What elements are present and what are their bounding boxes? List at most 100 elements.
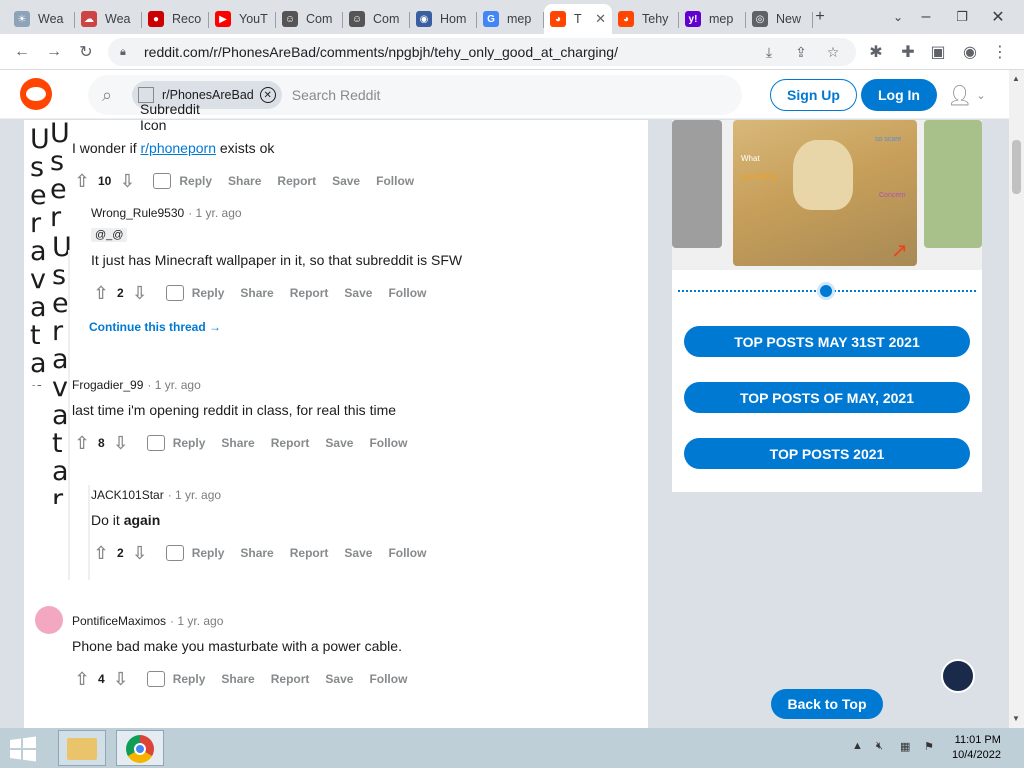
- comment-author[interactable]: Wrong_Rule9530: [91, 206, 184, 220]
- upvote-icon[interactable]: ⇧: [72, 433, 92, 453]
- reply-button[interactable]: Reply: [165, 545, 224, 561]
- save-button[interactable]: Save: [332, 174, 360, 188]
- forward-icon[interactable]: →: [42, 40, 66, 64]
- action-center-icon[interactable]: ⚑: [924, 740, 934, 753]
- top-posts-day-button[interactable]: TOP POSTS MAY 31ST 2021: [684, 326, 970, 357]
- log-in-button[interactable]: Log In: [861, 79, 937, 111]
- back-to-top-button[interactable]: Back to Top: [771, 689, 883, 719]
- continue-thread-link[interactable]: Continue this thread →: [89, 320, 221, 334]
- bookmark-star-icon[interactable]: ☆: [824, 43, 842, 61]
- upvote-icon[interactable]: ⇧: [72, 171, 92, 191]
- save-button[interactable]: Save: [344, 286, 372, 300]
- browser-tab[interactable]: ☺ Com: [343, 4, 410, 34]
- browser-tab[interactable]: ▶ YouT: [209, 4, 276, 34]
- downvote-icon[interactable]: ⇩: [130, 283, 150, 303]
- report-button[interactable]: Report: [290, 546, 329, 560]
- tab-search-icon[interactable]: ⌄: [886, 5, 910, 29]
- browser-tab[interactable]: ● Reco: [142, 4, 209, 34]
- browser-tab[interactable]: ☀ Wea: [8, 4, 75, 34]
- comment-time[interactable]: · 1 yr. ago: [170, 614, 223, 628]
- follow-button[interactable]: Follow: [369, 436, 407, 450]
- follow-button[interactable]: Follow: [388, 546, 426, 560]
- sign-up-button[interactable]: Sign Up: [770, 79, 857, 111]
- network-icon[interactable]: ▦: [900, 740, 910, 753]
- thread-line[interactable]: [88, 485, 90, 580]
- browser-tab[interactable]: y! mep: [679, 4, 746, 34]
- windows-start-icon[interactable]: [8, 736, 38, 762]
- carousel-image-prev[interactable]: [672, 120, 722, 248]
- browser-tab[interactable]: ☁ Wea: [75, 4, 142, 34]
- browser-tab[interactable]: ◕ Tehy: [612, 4, 679, 34]
- doge-meme-image[interactable]: What you doing so scare Concern ↗: [733, 120, 917, 266]
- reply-button[interactable]: Reply: [153, 173, 212, 189]
- reply-button[interactable]: Reply: [165, 285, 224, 301]
- page-scrollbar[interactable]: ▲ ▼: [1009, 70, 1024, 728]
- window-close-icon[interactable]: ✕: [986, 5, 1010, 29]
- share-button[interactable]: Share: [221, 672, 254, 686]
- carousel-image-next[interactable]: [924, 120, 982, 248]
- comment-time[interactable]: · 1 yr. ago: [188, 206, 241, 220]
- comment-author[interactable]: PontificeMaximos: [72, 614, 166, 628]
- side-panel-icon[interactable]: ▣: [926, 40, 950, 64]
- report-button[interactable]: Report: [271, 672, 310, 686]
- share-button[interactable]: Share: [221, 436, 254, 450]
- scroll-up-icon[interactable]: ▲: [1012, 74, 1021, 83]
- save-button[interactable]: Save: [325, 672, 353, 686]
- share-icon[interactable]: ⇪: [792, 43, 810, 61]
- share-button[interactable]: Share: [240, 546, 273, 560]
- user-menu-dropdown[interactable]: 👤︎ ⌄: [947, 83, 989, 107]
- chat-avatar-button[interactable]: [941, 659, 975, 693]
- restore-icon[interactable]: ❐: [950, 5, 974, 29]
- save-button[interactable]: Save: [344, 546, 372, 560]
- reply-button[interactable]: Reply: [146, 435, 205, 451]
- reddit-logo-icon[interactable]: [20, 78, 52, 110]
- profile-icon[interactable]: ◉: [958, 40, 982, 64]
- downvote-icon[interactable]: ⇩: [130, 543, 150, 563]
- save-button[interactable]: Save: [325, 436, 353, 450]
- install-icon[interactable]: ⤓: [760, 43, 778, 61]
- file-explorer-icon[interactable]: [58, 730, 106, 766]
- scroll-down-icon[interactable]: ▼: [1012, 714, 1021, 723]
- report-button[interactable]: Report: [290, 286, 329, 300]
- menu-kebab-icon[interactable]: ⋮: [988, 40, 1012, 64]
- share-button[interactable]: Share: [240, 286, 273, 300]
- browser-tab[interactable]: Gmep: [477, 4, 544, 34]
- browser-tab[interactable]: ☺ Com: [276, 4, 343, 34]
- share-button[interactable]: Share: [228, 174, 261, 188]
- avatar[interactable]: [35, 606, 63, 634]
- tab-close-icon[interactable]: ✕: [595, 11, 606, 27]
- upvote-icon[interactable]: ⇧: [72, 669, 92, 689]
- back-icon[interactable]: ←: [10, 40, 34, 64]
- comment-time[interactable]: · 1 yr. ago: [147, 378, 200, 392]
- top-posts-year-button[interactable]: TOP POSTS 2021: [684, 438, 970, 469]
- minimize-icon[interactable]: –: [914, 5, 938, 29]
- new-tab-icon[interactable]: +: [808, 5, 832, 29]
- subreddit-link[interactable]: r/phoneporn: [140, 140, 216, 156]
- browser-tab[interactable]: ◕ T ✕: [544, 4, 612, 34]
- browser-tab[interactable]: ◉ Hom: [410, 4, 477, 34]
- follow-button[interactable]: Follow: [369, 672, 407, 686]
- extensions-puzzle-icon[interactable]: ✚: [896, 40, 920, 64]
- carousel-indicator-dot[interactable]: [817, 282, 835, 300]
- downvote-icon[interactable]: ⇩: [111, 433, 131, 453]
- extension-app-icon[interactable]: ✱: [864, 40, 888, 64]
- upvote-icon[interactable]: ⇧: [91, 283, 111, 303]
- chrome-taskbar-icon[interactable]: [116, 730, 164, 766]
- comment-author[interactable]: Frogadier_99: [72, 378, 143, 392]
- reply-button[interactable]: Reply: [146, 671, 205, 687]
- tray-arrow-icon[interactable]: ▲: [852, 740, 863, 752]
- scroll-thumb[interactable]: [1012, 140, 1021, 194]
- report-button[interactable]: Report: [271, 436, 310, 450]
- report-button[interactable]: Report: [277, 174, 316, 188]
- upvote-icon[interactable]: ⇧: [91, 543, 111, 563]
- reload-icon[interactable]: ↻: [74, 40, 98, 64]
- downvote-icon[interactable]: ⇩: [111, 669, 131, 689]
- system-clock[interactable]: 11:01 PM 10/4/2022: [952, 733, 1001, 763]
- downvote-icon[interactable]: ⇩: [117, 171, 137, 191]
- thread-line[interactable]: [68, 250, 70, 580]
- top-posts-month-button[interactable]: TOP POSTS OF MAY, 2021: [684, 382, 970, 413]
- comment-author[interactable]: JACK101Star: [91, 488, 164, 502]
- browser-tab[interactable]: ◎ New: [746, 4, 813, 34]
- address-bar[interactable]: 🔒︎ reddit.com/r/PhonesAreBad/comments/np…: [108, 38, 856, 66]
- follow-button[interactable]: Follow: [388, 286, 426, 300]
